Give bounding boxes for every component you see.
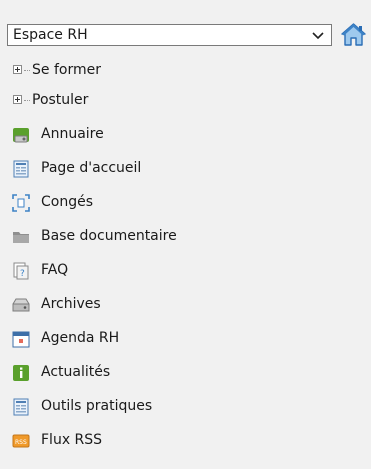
nav-item-label: Base documentaire xyxy=(41,228,177,244)
rss-icon: RSS xyxy=(12,434,30,448)
space-select-value: Espace RH xyxy=(13,27,88,43)
svg-text:?: ? xyxy=(20,269,25,279)
tools-icon xyxy=(13,398,29,416)
directory-icon xyxy=(13,128,29,143)
nav-item-label: Annuaire xyxy=(41,126,104,142)
space-select[interactable]: Espace RH xyxy=(7,24,332,46)
tree-connector xyxy=(24,70,30,72)
nav-item-label: FAQ xyxy=(41,262,69,278)
tree-node-label: Se former xyxy=(32,62,101,78)
navigation-panel: Espace RH Se former Postuler Annuaire Pa… xyxy=(0,0,371,469)
space-selector-row: Espace RH xyxy=(7,21,367,50)
folder-icon xyxy=(13,232,29,243)
faq-icon: ? xyxy=(13,262,29,280)
nav-item-label: Page d'accueil xyxy=(41,160,142,176)
svg-text:RSS: RSS xyxy=(15,439,27,446)
nav-item-label: Congés xyxy=(41,194,94,210)
home-page-icon xyxy=(13,160,29,178)
expand-icon[interactable] xyxy=(13,95,22,104)
nav-item-label: Flux RSS xyxy=(41,432,103,448)
nav-item-label: Archives xyxy=(41,296,101,312)
nav-item-label: Agenda RH xyxy=(41,330,120,346)
leave-icon xyxy=(12,194,30,212)
tree-node-label: Postuler xyxy=(32,92,89,108)
chevron-down-icon xyxy=(312,32,324,40)
expand-icon[interactable] xyxy=(13,65,22,74)
news-icon xyxy=(13,365,29,381)
nav-item-label: Actualités xyxy=(41,364,111,380)
archive-icon xyxy=(12,298,30,312)
home-icon[interactable] xyxy=(340,21,367,48)
nav-item-label: Outils pratiques xyxy=(41,398,153,414)
calendar-icon xyxy=(12,331,30,348)
tree-connector xyxy=(24,100,30,102)
